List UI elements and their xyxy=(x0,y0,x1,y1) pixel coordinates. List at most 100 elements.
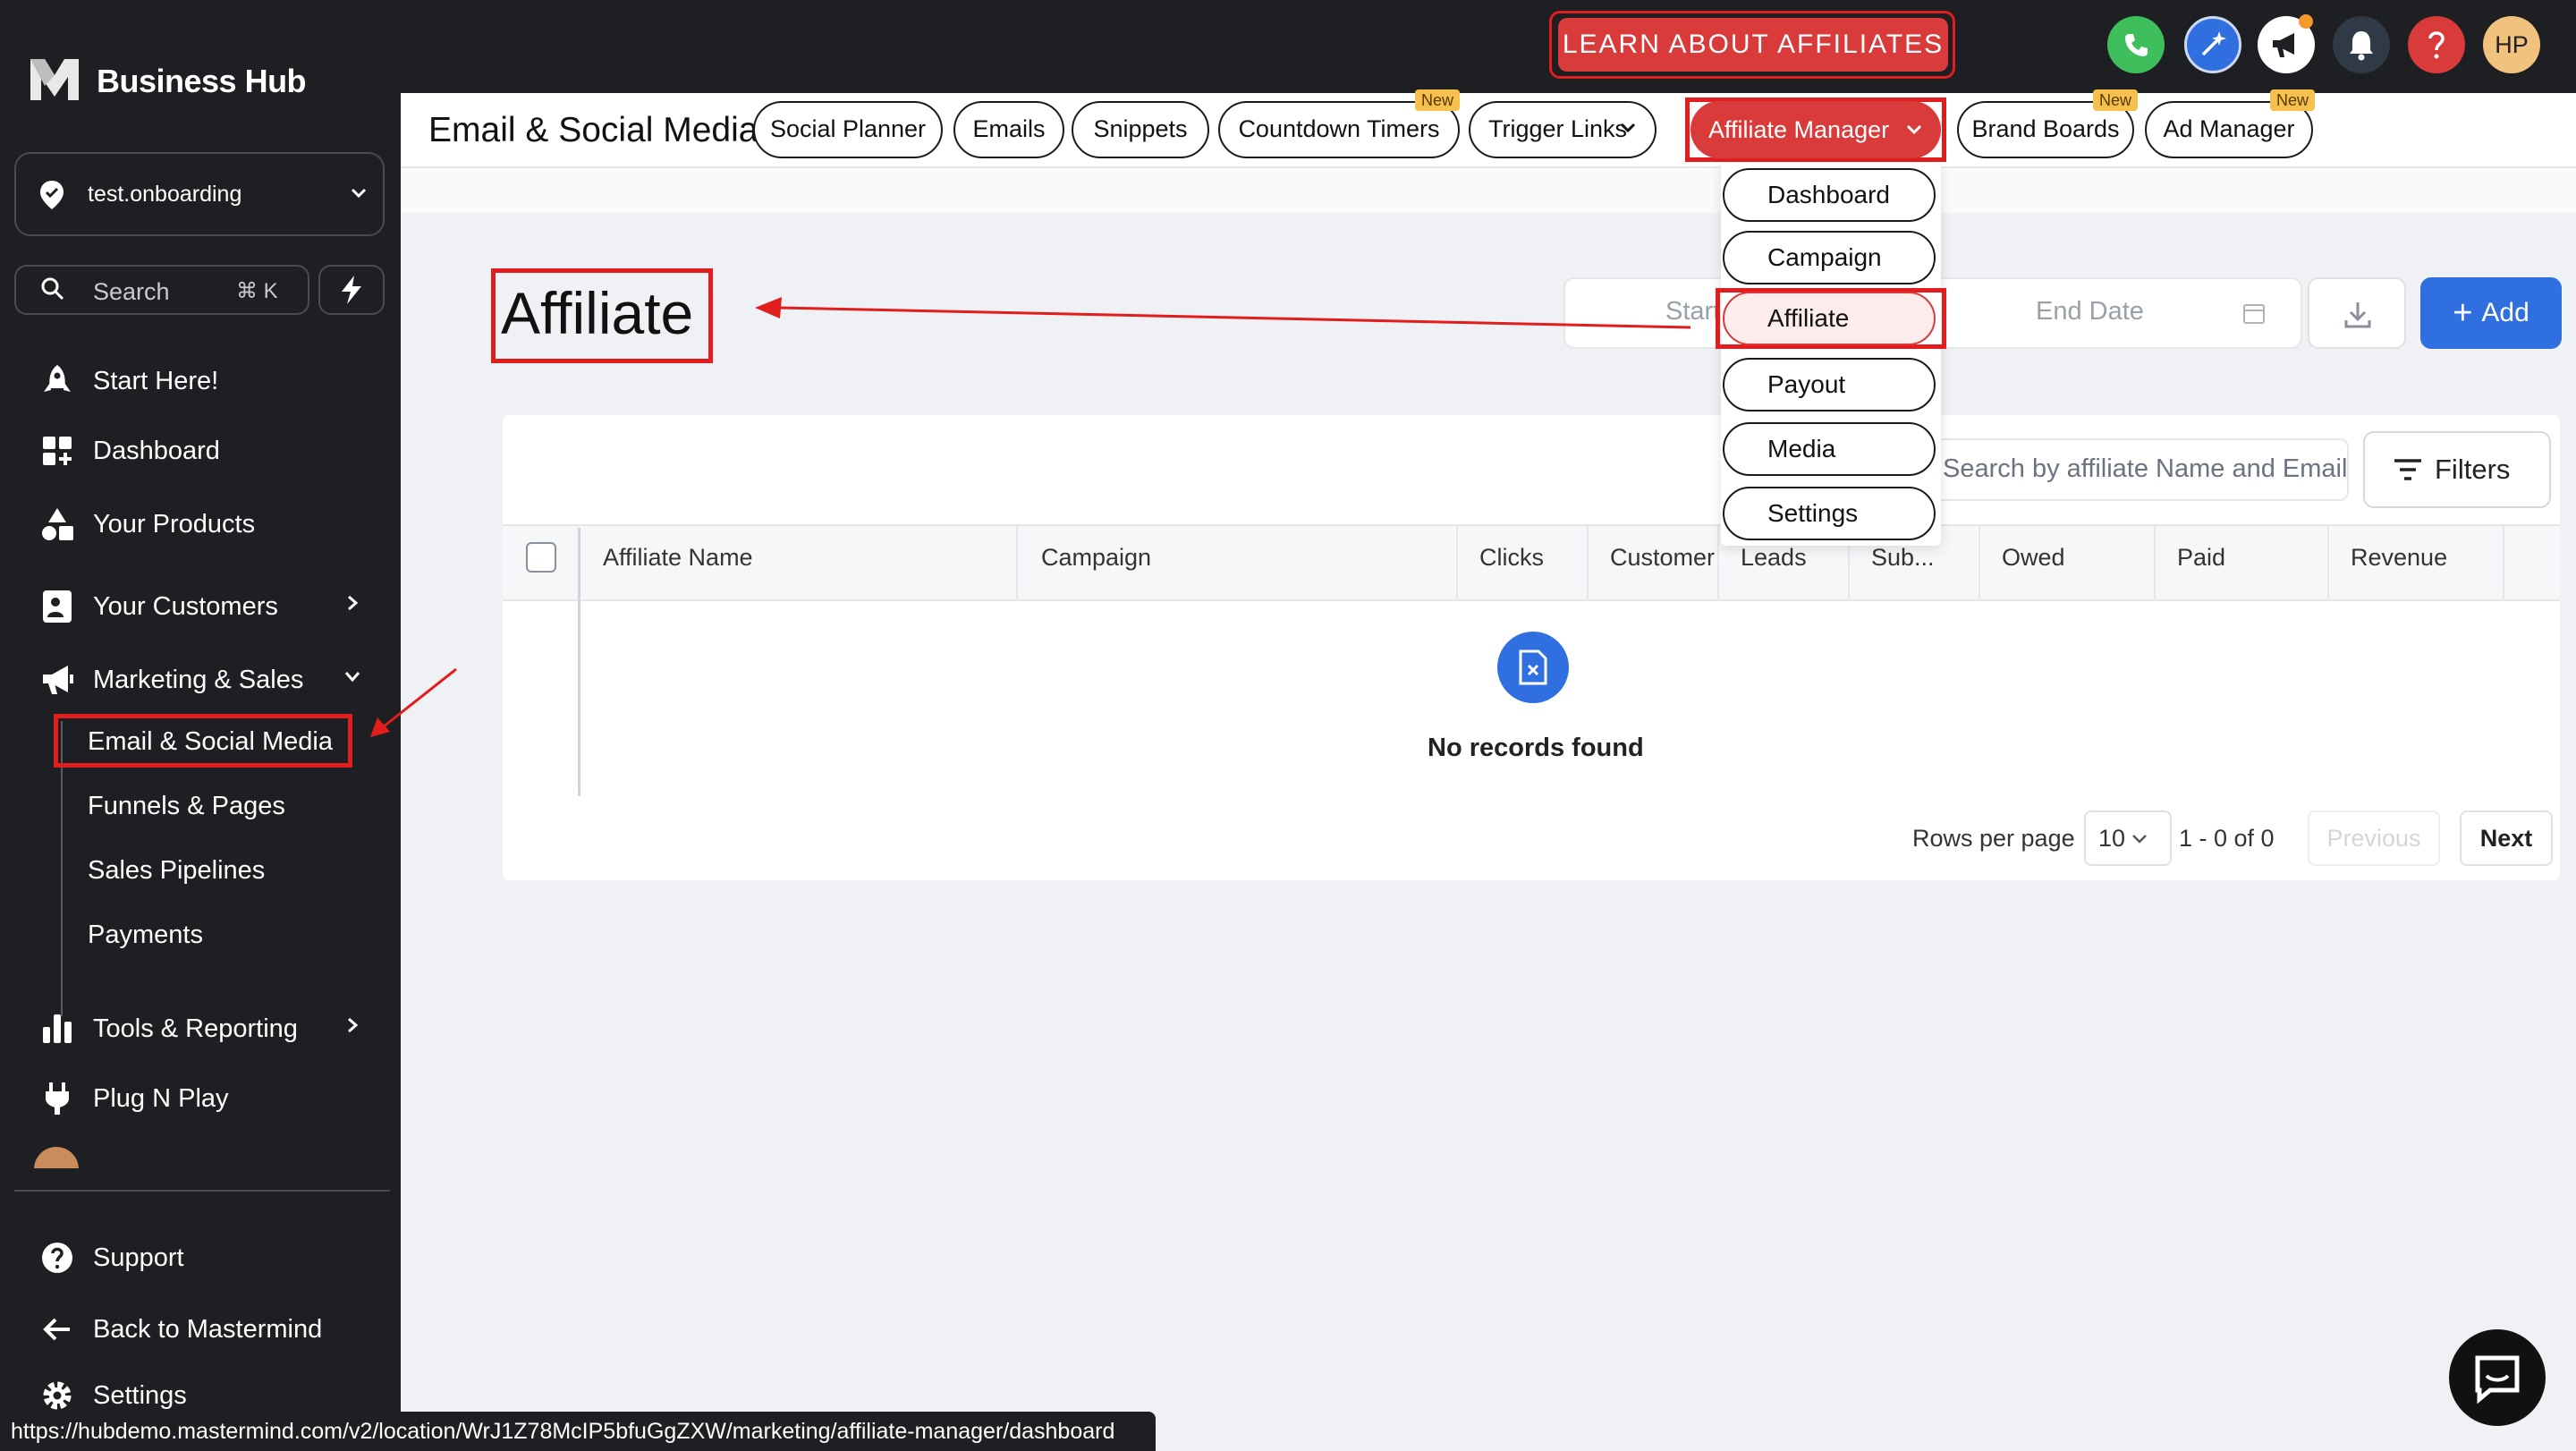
tab-emails[interactable]: Emails xyxy=(953,101,1064,158)
customers-icon xyxy=(43,590,72,623)
search-placeholder: Search by affiliate Name and Email xyxy=(1943,454,2348,483)
next-button[interactable]: Next xyxy=(2460,810,2553,866)
end-date-input[interactable]: End Date xyxy=(2036,297,2144,327)
column-header[interactable]: Owed xyxy=(2002,544,2065,572)
help-button[interactable] xyxy=(2408,16,2465,73)
dropdown-item-payout[interactable]: Payout xyxy=(1723,358,1936,412)
gear-icon xyxy=(43,1381,72,1410)
tab-social-planner[interactable]: Social Planner xyxy=(753,101,943,158)
sidebar-item-back-to-mastermind[interactable]: Back to Mastermind xyxy=(0,1301,401,1354)
chat-icon xyxy=(2475,1355,2520,1404)
column-header[interactable]: Customer xyxy=(1610,544,1715,572)
add-button[interactable]: + Add xyxy=(2420,277,2562,349)
sidebar-item-marketing-sales[interactable]: Marketing & Sales xyxy=(0,651,401,705)
sidebar-item-label: Settings xyxy=(93,1381,187,1410)
dropdown-item-dashboard[interactable]: Dashboard xyxy=(1723,168,1936,222)
column-header[interactable]: Clicks xyxy=(1479,544,1544,572)
tab-label: Trigger Links xyxy=(1488,115,1628,142)
phone-button[interactable] xyxy=(2107,16,2165,73)
annotation-arrow xyxy=(755,297,1691,329)
dropdown-item-settings[interactable]: Settings xyxy=(1723,487,1936,540)
rows-per-page-label: Rows per page xyxy=(1912,825,2075,852)
new-badge: New xyxy=(2270,89,2316,111)
sidebar-item-label: Your Customers xyxy=(93,592,278,621)
sidebar-item-support[interactable]: Support xyxy=(0,1229,401,1283)
sidebar-item-your-customers[interactable]: Your Customers xyxy=(0,578,401,632)
column-divider xyxy=(2327,526,2329,599)
phone-icon xyxy=(2125,34,2148,56)
column-header[interactable]: Leads xyxy=(1741,544,1807,572)
pagination-range: 1 - 0 of 0 xyxy=(2179,825,2275,852)
sidebar-item-label: Support xyxy=(93,1243,184,1272)
previous-button[interactable]: Previous xyxy=(2308,810,2440,866)
sidebar-item-label: Plug N Play xyxy=(93,1084,229,1113)
tab-affiliate-manager[interactable]: Affiliate Manager xyxy=(1690,101,1941,158)
rows-per-page-value: 10 xyxy=(2098,825,2126,852)
learn-about-affiliates-button[interactable]: LEARN ABOUT AFFILIATES xyxy=(1558,18,1948,72)
rows-per-page-select[interactable] xyxy=(2084,810,2172,866)
tab-trigger-links[interactable]: Trigger Links xyxy=(1469,101,1657,158)
bar-chart-icon xyxy=(43,1014,72,1043)
calendar-icon xyxy=(2243,304,2265,324)
column-header[interactable]: Revenue xyxy=(2351,544,2447,572)
dropdown-item-campaign[interactable]: Campaign xyxy=(1723,231,1936,284)
search-placeholder: Search xyxy=(93,278,170,305)
user-avatar[interactable]: HP xyxy=(2483,16,2540,73)
sidebar-item-your-products[interactable]: Your Products xyxy=(0,496,401,549)
chevron-right-icon xyxy=(348,595,359,611)
sidebar-item-tools-reporting[interactable]: Tools & Reporting xyxy=(0,1000,401,1054)
column-divider xyxy=(1456,526,1458,599)
tab-snippets[interactable]: Snippets xyxy=(1072,101,1209,158)
new-badge: New xyxy=(2093,89,2139,111)
megaphone-icon xyxy=(43,666,73,694)
select-all-checkbox[interactable] xyxy=(526,542,556,573)
table-scroll-divider xyxy=(578,528,580,796)
dashboard-icon xyxy=(43,437,72,465)
products-icon xyxy=(42,508,73,540)
sidebar-item-label: Tools & Reporting xyxy=(93,1014,298,1043)
sidebar-divider xyxy=(14,1190,390,1192)
filter-icon xyxy=(2394,459,2421,480)
location-pin-icon xyxy=(40,181,64,209)
column-divider xyxy=(1717,526,1719,599)
content-header-strip xyxy=(401,168,2576,213)
tab-label: Affiliate Manager xyxy=(1708,116,1890,143)
sidebar-item-label: Dashboard xyxy=(93,437,220,465)
column-header[interactable]: Affiliate Name xyxy=(603,544,753,572)
notification-dot xyxy=(2299,14,2313,29)
new-badge: New xyxy=(1415,89,1461,111)
ai-assistant-button[interactable] xyxy=(2184,16,2241,73)
sidebar-item-label: Start Here! xyxy=(93,367,219,395)
empty-state-icon xyxy=(1497,632,1569,703)
sidebar-subitem-pipelines[interactable]: Sales Pipelines xyxy=(88,856,265,886)
rocket-icon xyxy=(44,365,71,392)
chevron-right-icon xyxy=(348,1017,359,1033)
search-icon xyxy=(41,277,64,301)
notifications-button[interactable] xyxy=(2333,16,2390,73)
sidebar-subitem-funnels[interactable]: Funnels & Pages xyxy=(88,792,285,821)
partial-avatar xyxy=(34,1147,79,1168)
download-button[interactable] xyxy=(2308,277,2406,349)
empty-state-text: No records found xyxy=(1428,734,1644,762)
dropdown-item-media[interactable]: Media xyxy=(1723,422,1936,476)
column-header[interactable]: Sub... xyxy=(1871,544,1935,572)
help-circle-icon xyxy=(42,1243,72,1273)
plus-icon: + xyxy=(2453,294,2473,332)
announcements-button[interactable] xyxy=(2258,14,2315,73)
sidebar-item-dashboard[interactable]: Dashboard xyxy=(0,422,401,476)
sidebar-item-start-here[interactable]: Start Here! xyxy=(0,352,401,406)
chevron-down-icon xyxy=(1906,124,1922,135)
dropdown-item-affiliate[interactable]: Affiliate xyxy=(1723,292,1936,345)
filters-label: Filters xyxy=(2435,454,2511,485)
sidebar-item-plug-n-play[interactable]: Plug N Play xyxy=(0,1070,401,1124)
sidebar-subitem-email-social[interactable]: Email & Social Media xyxy=(88,727,333,757)
arrow-left-icon xyxy=(43,1318,70,1341)
column-header[interactable]: Paid xyxy=(2177,544,2225,572)
sidebar-subitem-payments[interactable]: Payments xyxy=(88,921,203,950)
chat-widget-button[interactable] xyxy=(2449,1329,2546,1426)
column-divider xyxy=(1587,526,1589,599)
column-header[interactable]: Campaign xyxy=(1041,544,1151,572)
page-title: Email & Social Media xyxy=(428,111,758,149)
add-label: Add xyxy=(2481,298,2529,327)
top-bar xyxy=(401,0,2576,93)
